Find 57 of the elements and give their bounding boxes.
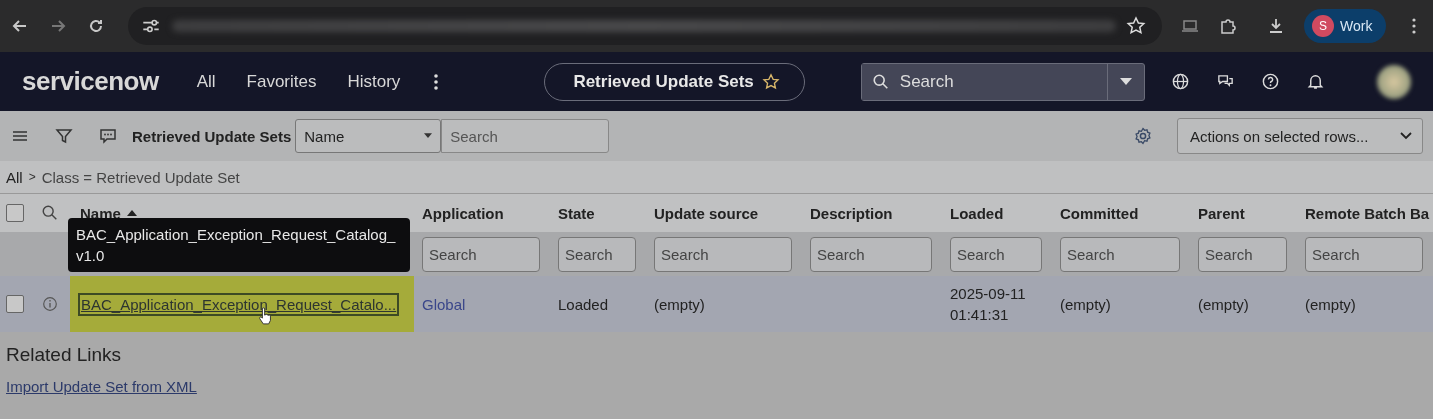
table-cell-text: Loaded	[558, 294, 610, 315]
search-icon[interactable]	[41, 204, 59, 222]
caret-icon	[424, 133, 433, 139]
actions-dropdown[interactable]: Actions on selected rows...	[1177, 118, 1423, 154]
table-cell-text: (empty)	[654, 294, 706, 315]
column-search-field[interactable]: Search	[810, 236, 932, 272]
column-search-field[interactable]: Search	[1305, 236, 1423, 272]
column-search-field[interactable]: Search	[1198, 236, 1287, 272]
application-link[interactable]: Global	[422, 295, 466, 313]
table-cell-text: (empty)	[1305, 294, 1357, 315]
nav-menu-item[interactable]: Favorites	[246, 71, 317, 92]
column-header[interactable]: Parent	[1198, 204, 1245, 222]
list-search-field[interactable]: Search	[441, 119, 610, 153]
favorite-star-icon[interactable]	[761, 72, 780, 91]
puzzle-icon[interactable]	[1218, 16, 1238, 36]
table-cell-text: (empty)	[1060, 294, 1112, 315]
column-header[interactable]: Committed	[1060, 204, 1139, 222]
logo[interactable]: servicenow	[22, 66, 159, 97]
column-header[interactable]: State	[558, 204, 595, 222]
user-avatar[interactable]	[1377, 64, 1411, 99]
table-cell-text: 2025-09-11 01:41:31	[950, 284, 1027, 325]
bookmark-star-icon[interactable]	[1126, 16, 1146, 36]
info-icon[interactable]	[41, 295, 59, 313]
nav-menu-item[interactable]: History	[347, 71, 401, 92]
row-checkbox[interactable]	[6, 295, 24, 313]
column-search-field[interactable]: Search	[654, 236, 792, 272]
comment-icon[interactable]	[98, 126, 118, 146]
globe-icon[interactable]	[1170, 72, 1190, 91]
page-title: Retrieved Update Sets	[573, 71, 754, 92]
sort-arrow-icon	[126, 210, 137, 216]
column-header[interactable]: Application	[422, 204, 504, 222]
breadcrumb-separator: >	[28, 170, 36, 184]
chevron-icon	[1400, 132, 1412, 140]
list-title: Retrieved Update Sets	[132, 127, 292, 145]
table-cell-text: (empty)	[1198, 294, 1250, 315]
more-icon[interactable]	[433, 71, 440, 92]
column-search-field[interactable]: Search	[422, 236, 540, 272]
column-search-field[interactable]: Search	[1060, 236, 1180, 272]
profile-button[interactable]: S Work	[1304, 9, 1387, 43]
column-header[interactable]: Description	[810, 204, 893, 222]
breadcrumb-link[interactable]: Class = Retrieved Update Set	[41, 168, 240, 186]
tooltip: BAC_Application_Exception_Request_Catalog_v1.0	[68, 218, 410, 272]
nav-menu-item[interactable]: All	[196, 71, 216, 92]
related-link[interactable]: Import Update Set from XML	[6, 378, 197, 395]
column-search-field[interactable]: Search	[558, 236, 636, 272]
field-select[interactable]: Name	[295, 119, 442, 153]
record-link[interactable]: BAC_Application_Exception_Request_Catalo...	[78, 292, 400, 316]
column-header[interactable]: Loaded	[950, 204, 1004, 222]
help-icon[interactable]	[1260, 72, 1280, 91]
breadcrumb-link[interactable]: All	[6, 168, 23, 186]
column-search-field[interactable]: Search	[950, 236, 1042, 272]
settings-icon[interactable]	[1133, 126, 1153, 146]
column-header[interactable]: Remote Batch Ba	[1305, 204, 1430, 222]
column-header[interactable]: Update source	[654, 204, 759, 222]
filter-icon[interactable]	[54, 126, 74, 146]
select-all-checkbox[interactable]	[6, 204, 24, 222]
section-heading: Related Links	[6, 344, 122, 366]
